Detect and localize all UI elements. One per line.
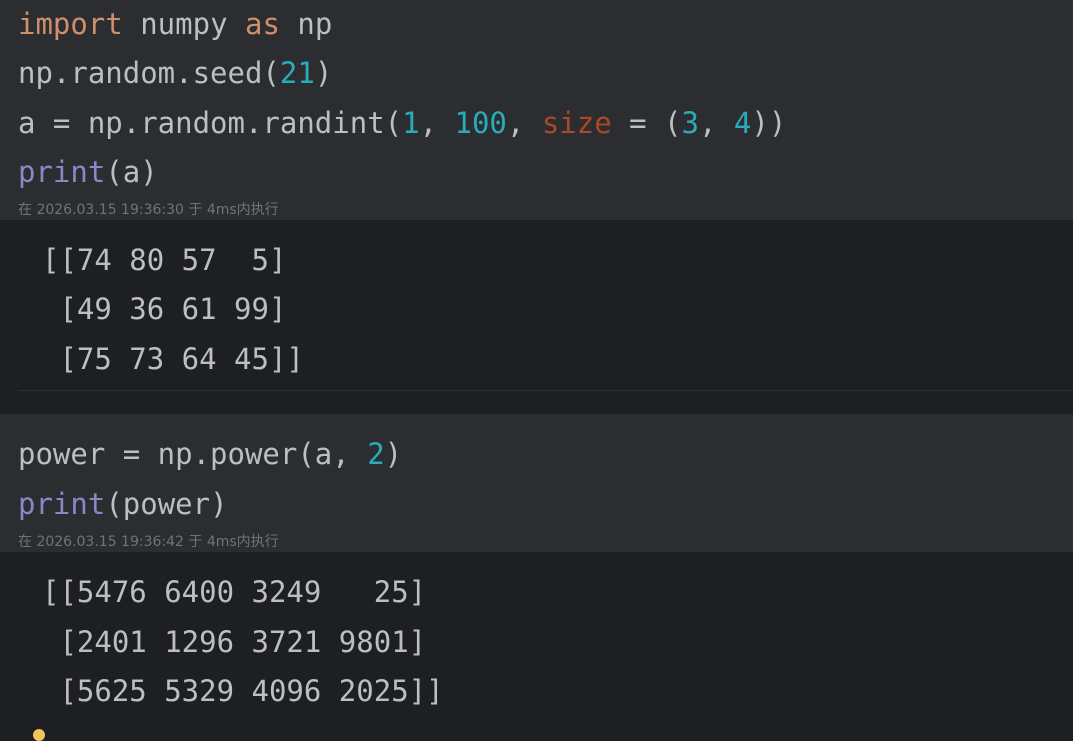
execution-info: 在 2026.03.15 19:36:42 于 4ms内执行 bbox=[18, 534, 279, 550]
token-text: , bbox=[506, 106, 542, 140]
token-text: , bbox=[419, 106, 455, 140]
token-keyword: as bbox=[244, 7, 280, 41]
notebook-page: import numpy as np np.random.seed(21) a … bbox=[0, 0, 1073, 741]
output-line: [75 73 64 45]] bbox=[42, 342, 304, 376]
token-text: (a) bbox=[105, 155, 158, 189]
token-keyword: import bbox=[18, 7, 123, 41]
token-text: , bbox=[698, 106, 734, 140]
output-line: [49 36 61 99] bbox=[42, 292, 287, 326]
code-line-3[interactable]: a = np.random.randint(1, 100, size = (3,… bbox=[18, 105, 786, 141]
output-line: [2401 1296 3721 9801] bbox=[42, 625, 427, 659]
token-number: 1 bbox=[402, 106, 420, 140]
token-text: = ( bbox=[611, 106, 682, 140]
token-builtin: print bbox=[18, 487, 106, 521]
status-dot-icon bbox=[33, 729, 45, 741]
cell-divider bbox=[18, 390, 1073, 391]
token-text: )) bbox=[751, 106, 787, 140]
code-line-1[interactable]: import numpy as np bbox=[18, 6, 332, 42]
execution-info: 在 2026.03.15 19:36:30 于 4ms内执行 bbox=[18, 202, 279, 218]
token-number: 4 bbox=[733, 106, 752, 140]
token-text: np bbox=[279, 7, 333, 41]
code-cell-1[interactable]: import numpy as np np.random.seed(21) a … bbox=[0, 0, 1073, 220]
token-text: (power) bbox=[105, 487, 228, 521]
output-line: [5625 5329 4096 2025]] bbox=[42, 674, 444, 708]
output-cell-1: [[74 80 57 5] [49 36 61 99] [75 73 64 45… bbox=[0, 220, 1073, 414]
token-text: numpy bbox=[122, 7, 245, 41]
output-line: [[74 80 57 5] bbox=[42, 243, 287, 277]
token-text: np.random.seed( bbox=[18, 56, 280, 90]
code-cell-2[interactable]: power = np.power(a, 2) print(power) 在 20… bbox=[0, 414, 1073, 552]
token-number: 100 bbox=[454, 106, 507, 140]
token-parameter: size bbox=[541, 106, 612, 140]
token-text: ) bbox=[314, 56, 333, 90]
code-line-2[interactable]: np.random.seed(21) bbox=[18, 55, 332, 91]
token-number: 21 bbox=[279, 56, 315, 90]
output-cell-2: [[5476 6400 3249 25] [2401 1296 3721 980… bbox=[0, 552, 1073, 741]
code-line-4[interactable]: print(a) bbox=[18, 154, 158, 190]
token-builtin: print bbox=[18, 155, 106, 189]
code-line-2[interactable]: print(power) bbox=[18, 486, 228, 522]
token-text: power = np.power(a, bbox=[18, 437, 368, 471]
token-text: a = np.random.randint( bbox=[18, 106, 403, 140]
token-number: 2 bbox=[367, 437, 385, 471]
token-number: 3 bbox=[681, 106, 699, 140]
code-line-1[interactable]: power = np.power(a, 2) bbox=[18, 436, 402, 472]
output-line: [[5476 6400 3249 25] bbox=[42, 575, 427, 609]
token-text: ) bbox=[384, 437, 403, 471]
